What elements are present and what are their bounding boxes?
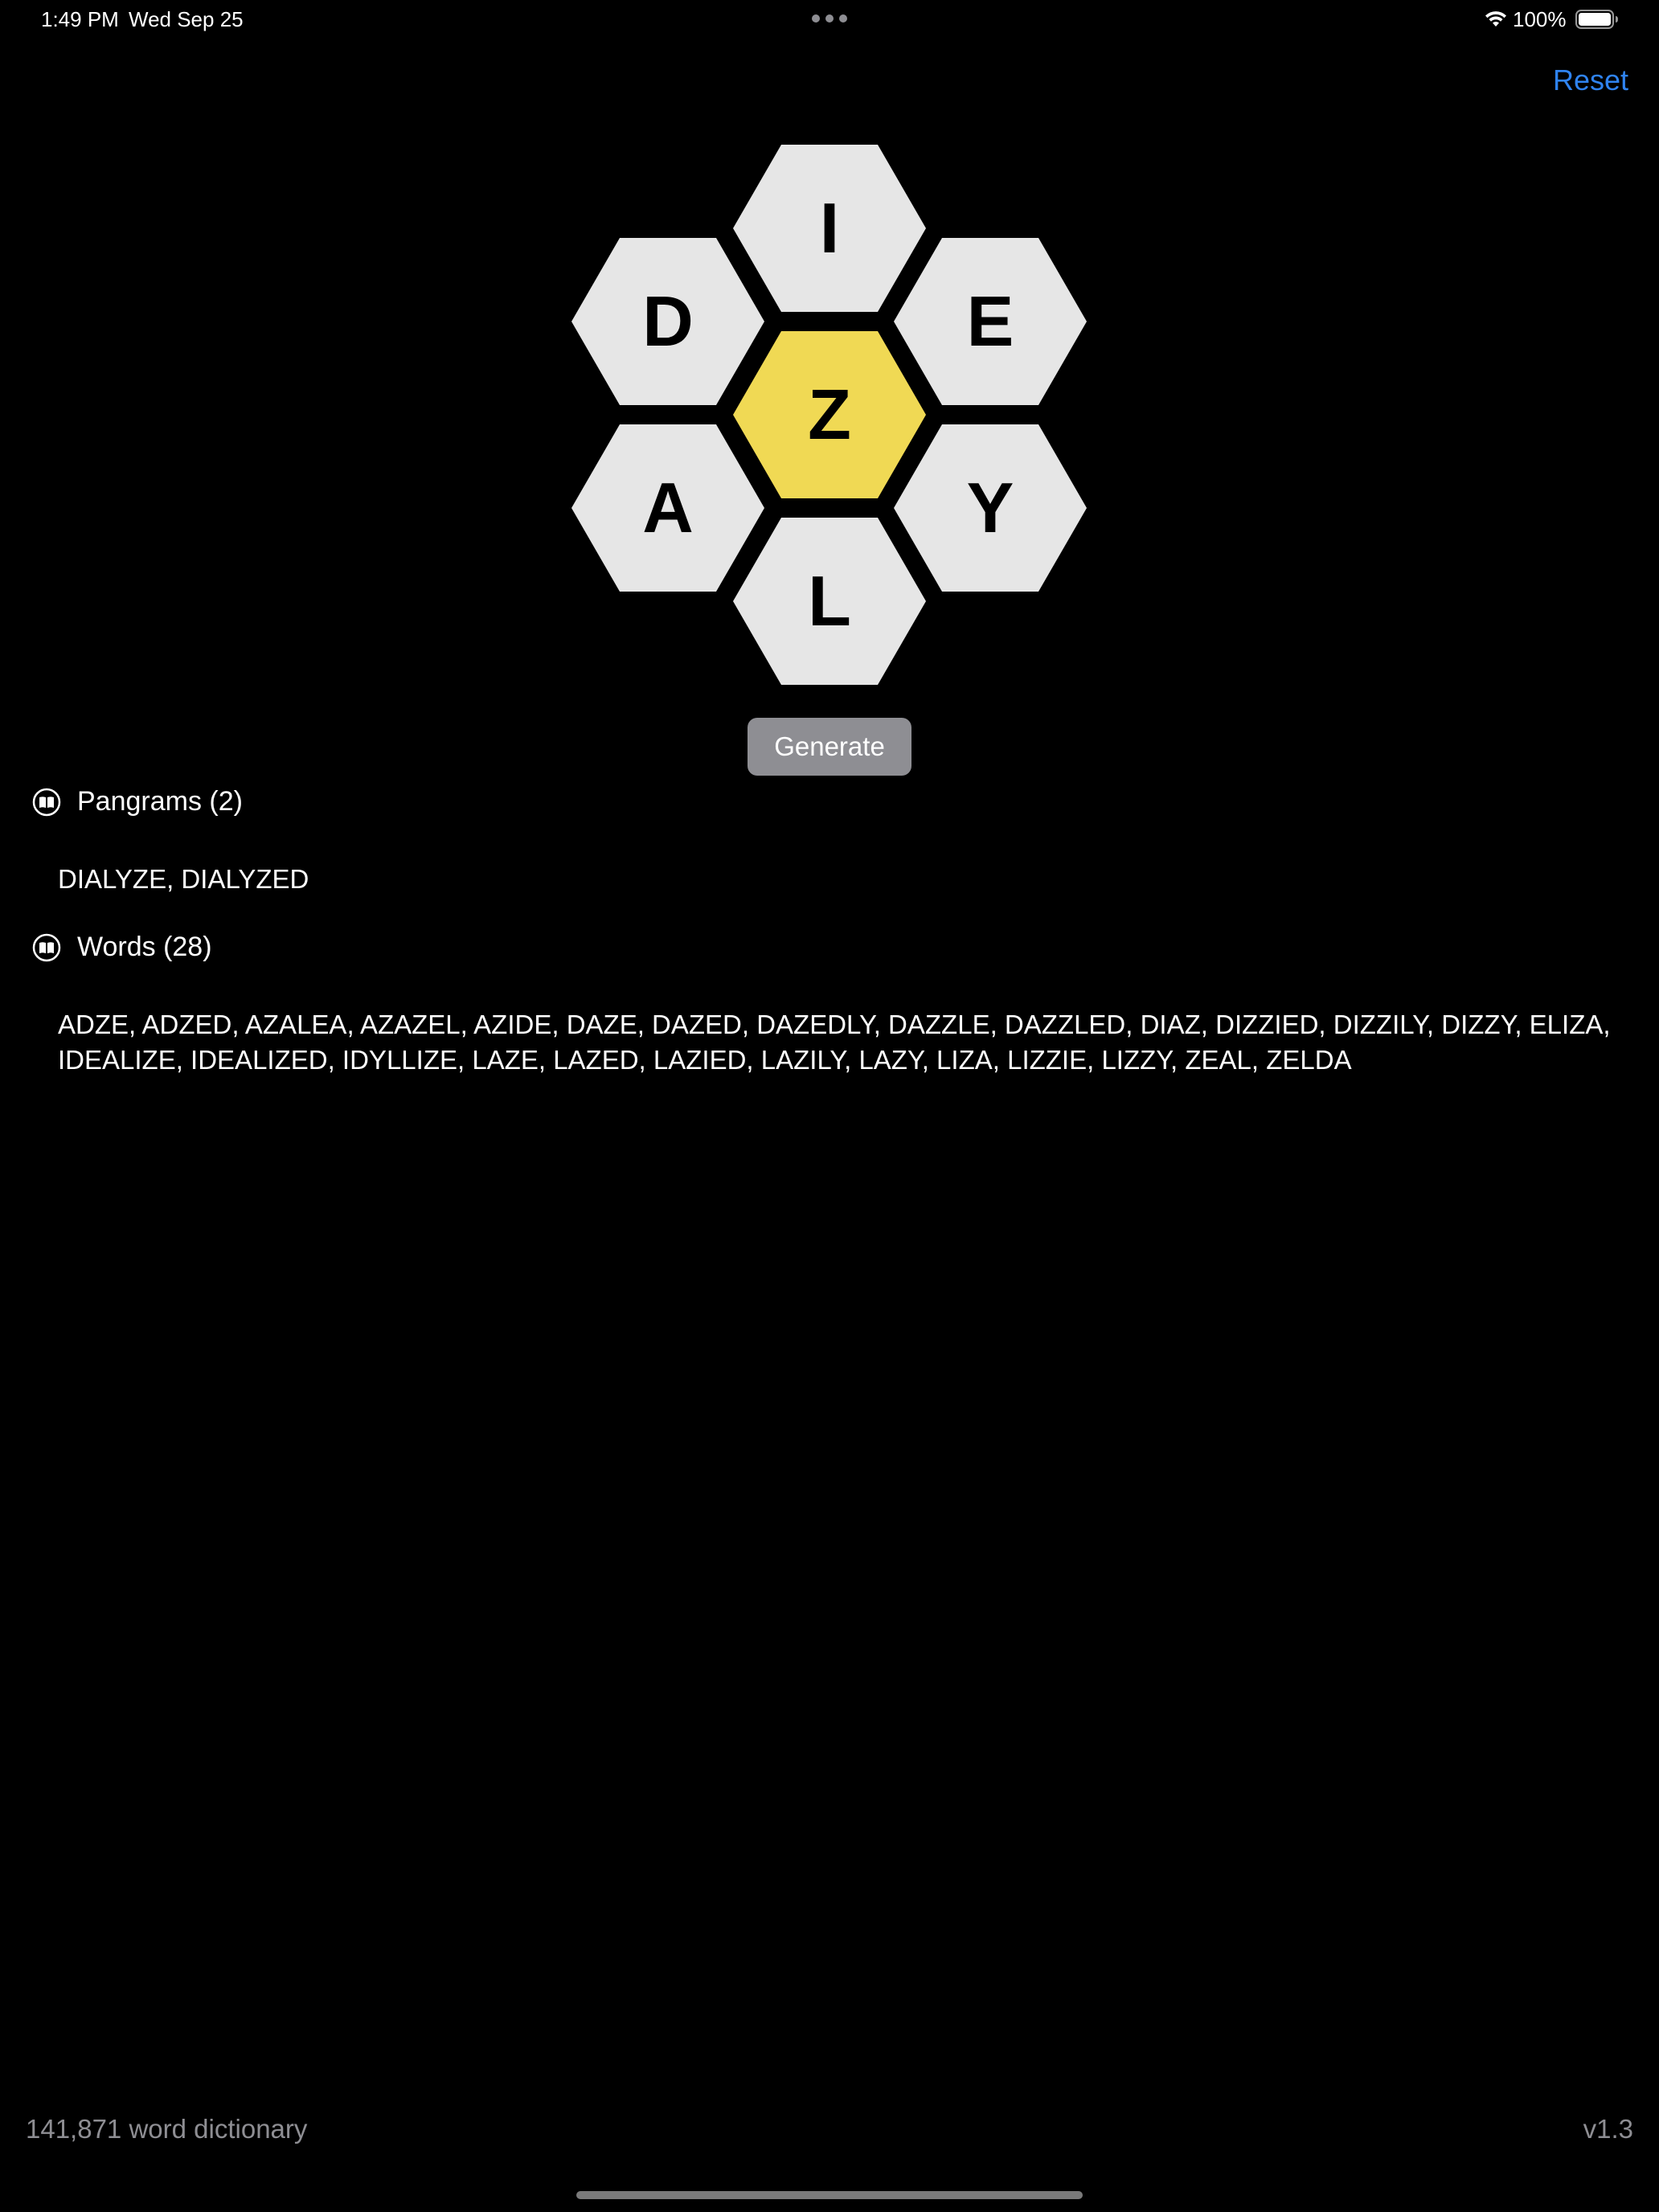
status-date: Wed Sep 25 [129, 7, 244, 31]
battery-percentage: 100% [1513, 7, 1567, 31]
wifi-icon [1485, 11, 1506, 27]
reset-button[interactable]: Reset [1553, 61, 1628, 100]
words-header[interactable]: Words (28) [32, 932, 212, 963]
letter-hex-lower-left[interactable]: A [571, 424, 764, 592]
app-screen: 1:49 PM Wed Sep 25 100% Reset I D E Z A … [0, 0, 1659, 2212]
pangrams-list: DIALYZE, DIALYZED [58, 864, 309, 894]
dictionary-count: 141,871 word dictionary [26, 2114, 308, 2144]
words-list: ADZE, ADZED, AZALEA, AZAZEL, AZIDE, DAZE… [58, 1010, 1611, 1075]
pangrams-header[interactable]: Pangrams (2) [32, 786, 243, 817]
multitasking-dots-icon[interactable] [812, 14, 847, 23]
home-indicator[interactable] [576, 2191, 1083, 2199]
pangrams-header-label: Pangrams (2) [77, 786, 243, 817]
center-letter-hex[interactable]: Z [733, 331, 926, 498]
battery-icon [1575, 10, 1618, 29]
letter-hex-upper-right[interactable]: E [894, 238, 1087, 405]
generate-button[interactable]: Generate [748, 718, 911, 776]
letter-hex-upper-left[interactable]: D [571, 238, 764, 405]
status-time: 1:49 PM [41, 7, 119, 31]
words-header-label: Words (28) [77, 932, 212, 962]
book-icon [32, 788, 61, 816]
letter-hex-lower-right[interactable]: Y [894, 424, 1087, 592]
letter-hex-bottom[interactable]: L [733, 518, 926, 685]
app-version: v1.3 [1583, 2114, 1633, 2144]
book-icon [32, 933, 61, 961]
letter-hex-top[interactable]: I [733, 145, 926, 312]
